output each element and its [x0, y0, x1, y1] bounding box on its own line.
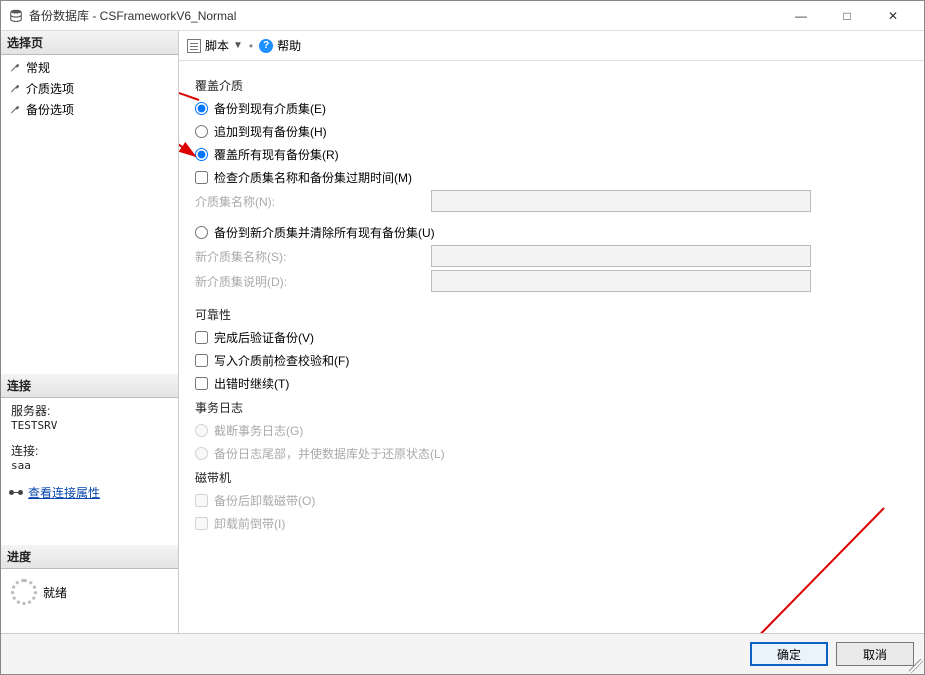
- radio-overwrite-all-existing[interactable]: [195, 148, 208, 161]
- sidebar-item-backup-options[interactable]: 备份选项: [5, 99, 174, 120]
- new-mediaset-name-label: 新介质集名称(S):: [195, 248, 425, 265]
- titlebar: 备份数据库 - CSFrameworkV6_Normal — □ ✕: [1, 1, 924, 31]
- toolbar-script-label: 脚本: [205, 37, 229, 54]
- database-icon: [9, 9, 23, 23]
- cancel-button[interactable]: 取消: [836, 642, 914, 666]
- sidebar-item-label: 备份选项: [26, 101, 74, 118]
- toolbar-script-dropdown[interactable]: 脚本 ▼: [187, 37, 243, 54]
- sidebar-connection-header: 连接: [1, 374, 178, 398]
- sidebar-item-label: 介质选项: [26, 80, 74, 97]
- checkbox-verify-after-backup-label[interactable]: 完成后验证备份(V): [214, 329, 314, 346]
- group-overwrite-media: 覆盖介质: [195, 77, 908, 94]
- dialog-footer: 确定 取消: [1, 633, 924, 674]
- window-close-button[interactable]: ✕: [870, 2, 916, 30]
- new-mediaset-desc-input: [431, 270, 811, 292]
- server-label: 服务器:: [11, 402, 168, 419]
- radio-truncate-txlog-label: 截断事务日志(G): [214, 422, 303, 439]
- group-reliability: 可靠性: [195, 306, 908, 323]
- sidebar: 选择页 常规 介质选项 备份选项 连接 服务器:TESTSRV: [1, 31, 179, 633]
- sidebar-item-general[interactable]: 常规: [5, 57, 174, 78]
- radio-append-existing[interactable]: [195, 125, 208, 138]
- checkbox-unload-tape-after-label: 备份后卸载磁带(O): [214, 492, 315, 509]
- server-value: TESTSRV: [11, 419, 168, 432]
- new-mediaset-desc-label: 新介质集说明(D):: [195, 273, 425, 290]
- group-transaction-log: 事务日志: [195, 399, 908, 416]
- checkbox-rewind-before-unload: [195, 517, 208, 530]
- ok-button[interactable]: 确定: [750, 642, 828, 666]
- radio-backup-new-mediaset-label[interactable]: 备份到新介质集并清除所有现有备份集(U): [214, 224, 435, 241]
- progress-spinner-icon: [11, 579, 37, 605]
- checkbox-continue-on-error[interactable]: [195, 377, 208, 390]
- radio-backup-log-tail-label: 备份日志尾部，并使数据库处于还原状态(L): [214, 445, 445, 462]
- new-mediaset-name-input: [431, 245, 811, 267]
- checkbox-check-mediaset-label[interactable]: 检查介质集名称和备份集过期时间(M): [214, 169, 412, 186]
- radio-backup-new-mediaset[interactable]: [195, 226, 208, 239]
- sidebar-select-page-header: 选择页: [1, 31, 178, 55]
- sidebar-item-label: 常规: [26, 59, 50, 76]
- script-icon: [187, 39, 201, 53]
- resize-grip[interactable]: [909, 659, 923, 673]
- checkbox-checksum-before-write-label[interactable]: 写入介质前检查校验和(F): [214, 352, 349, 369]
- connection-value: saa: [11, 459, 168, 472]
- radio-overwrite-all-existing-label[interactable]: 覆盖所有现有备份集(R): [214, 146, 339, 163]
- radio-backup-existing-mediaset-label[interactable]: 备份到现有介质集(E): [214, 100, 326, 117]
- checkbox-rewind-before-unload-label: 卸载前倒带(I): [214, 515, 285, 532]
- checkbox-continue-on-error-label[interactable]: 出错时继续(T): [214, 375, 289, 392]
- toolbar: 脚本 ▼ • ? 帮助: [179, 31, 924, 61]
- checkbox-verify-after-backup[interactable]: [195, 331, 208, 344]
- wrench-icon: [9, 83, 21, 95]
- window-title: 备份数据库 - CSFrameworkV6_Normal: [29, 7, 778, 24]
- progress-status: 就绪: [43, 584, 67, 601]
- chevron-down-icon: ▼: [233, 40, 243, 51]
- form-area: 覆盖介质 备份到现有介质集(E) 追加到现有备份集(H) 覆盖所有现有备份集(R…: [179, 61, 924, 633]
- window-minimize-button[interactable]: —: [778, 2, 824, 30]
- radio-backup-log-tail: [195, 447, 208, 460]
- checkbox-checksum-before-write[interactable]: [195, 354, 208, 367]
- toolbar-help-button[interactable]: ? 帮助: [259, 37, 301, 54]
- connection-icon: [9, 488, 23, 498]
- sidebar-item-media-options[interactable]: 介质选项: [5, 78, 174, 99]
- wrench-icon: [9, 62, 21, 74]
- checkbox-unload-tape-after: [195, 494, 208, 507]
- mediaset-name-input: [431, 190, 811, 212]
- radio-truncate-txlog: [195, 424, 208, 437]
- radio-backup-existing-mediaset[interactable]: [195, 102, 208, 115]
- radio-append-existing-label[interactable]: 追加到现有备份集(H): [214, 123, 327, 140]
- window-maximize-button[interactable]: □: [824, 2, 870, 30]
- toolbar-help-label: 帮助: [277, 37, 301, 54]
- sidebar-progress-header: 进度: [1, 545, 178, 569]
- wrench-icon: [9, 104, 21, 116]
- connection-label: 连接:: [11, 442, 168, 459]
- help-icon: ?: [259, 39, 273, 53]
- checkbox-check-mediaset[interactable]: [195, 171, 208, 184]
- group-tape-drive: 磁带机: [195, 469, 908, 486]
- mediaset-name-label: 介质集名称(N):: [195, 193, 425, 210]
- view-connection-properties-link[interactable]: 查看连接属性: [28, 484, 100, 501]
